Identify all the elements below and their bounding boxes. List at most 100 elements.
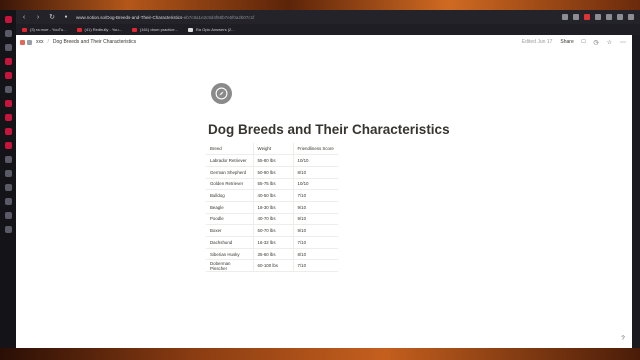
more-icon[interactable]: ⋯ <box>620 39 626 46</box>
top-ambient-glow <box>0 0 640 10</box>
sidebar-icon-app-12[interactable] <box>4 212 12 219</box>
search-icon[interactable] <box>562 14 568 20</box>
table-cell[interactable]: 18-30 lbs <box>253 201 294 214</box>
bookmark-item[interactable]: (3) ra moe - YouTu... <box>22 27 67 32</box>
column-header[interactable]: Friendliness Score <box>293 143 338 156</box>
table-cell[interactable]: 9/10 <box>293 201 338 214</box>
table-cell[interactable]: Labrador Retriever <box>206 154 254 167</box>
help-button[interactable]: ? <box>618 334 628 344</box>
lock-icon: ● <box>64 14 68 20</box>
url-field[interactable]: www.notion.so/Dog-Breeds-and-Their-Chara… <box>76 15 254 20</box>
table-row: German Shepherd 50-90 lbs 8/10 <box>206 166 338 179</box>
table-cell[interactable]: 16-32 lbs <box>253 236 294 249</box>
breed-table: Breed Weight Friendliness Score Labrador… <box>206 143 338 273</box>
table-cell[interactable]: Poodle <box>206 213 254 226</box>
url-hash: eb7c8a1e2c9d4f68b7e5f0a2b07c1f <box>183 14 255 20</box>
table-row: Dachshund 16-32 lbs 7/10 <box>206 236 338 249</box>
page-title[interactable]: Dog Breeds and Their Characteristics <box>208 122 450 137</box>
back-icon[interactable]: ‹ <box>20 14 28 21</box>
youtube-icon <box>22 27 27 32</box>
breadcrumb-page[interactable]: Dog Breeds and Their Characteristics <box>53 39 136 45</box>
table-cell[interactable]: 10/10 <box>293 178 338 191</box>
sidebar-icon-app-7[interactable] <box>4 142 12 149</box>
reload-icon[interactable]: ↻ <box>48 13 56 21</box>
profile-icon[interactable] <box>617 14 623 20</box>
extension-icon[interactable] <box>595 14 601 20</box>
table-cell[interactable]: Beagle <box>206 201 254 214</box>
table-cell[interactable]: Bulldog <box>206 189 254 202</box>
menu-icon[interactable] <box>628 14 634 20</box>
table-cell[interactable]: 9/10 <box>293 224 338 237</box>
bookmark-item[interactable]: Ra Opic Answers (2... <box>187 27 235 32</box>
browser-window: ‹ › ↻ ● www.notion.so/Dog-Breeds-and-The… <box>0 10 640 348</box>
bookmark-item[interactable]: (41) Redbully - You... <box>76 27 122 32</box>
bookmarks-bar: (3) ra moe - YouTu... (41) Redbully - Yo… <box>16 24 640 35</box>
sidebar-icon-opera[interactable] <box>4 16 12 23</box>
breadcrumb-separator: / <box>47 39 49 45</box>
notion-page: xxx / Dog Breeds and Their Characteristi… <box>16 35 632 348</box>
table-cell[interactable]: Doberman Pinscher <box>206 259 254 273</box>
sidebar-icon-app-8[interactable] <box>4 156 12 163</box>
table-cell[interactable]: 35-60 lbs <box>253 248 294 261</box>
table-header-row: Breed Weight Friendliness Score <box>206 143 338 156</box>
table-cell[interactable]: 50-70 lbs <box>253 224 294 237</box>
table-cell[interactable]: 50-90 lbs <box>253 166 294 179</box>
sidebar-icon-app-10[interactable] <box>4 184 12 191</box>
table-cell[interactable]: Dachshund <box>206 236 254 249</box>
heart-icon[interactable] <box>584 14 590 20</box>
page-small-icon <box>27 39 32 45</box>
table-cell[interactable]: 7/10 <box>293 236 338 249</box>
star-icon[interactable]: ☆ <box>607 39 612 46</box>
forward-icon[interactable]: › <box>34 14 42 21</box>
table-cell[interactable]: 10/10 <box>293 154 338 167</box>
url-host: www.notion.so <box>76 14 106 20</box>
breadcrumb-workspace[interactable]: xxx <box>36 39 44 45</box>
sidebar-icon-app-4[interactable] <box>4 100 12 107</box>
table-row: Siberian Husky 35-60 lbs 8/10 <box>206 248 338 261</box>
table-row: Labrador Retriever 55-80 lbs 10/10 <box>206 154 338 167</box>
youtube-icon <box>76 27 82 32</box>
table-cell[interactable]: Siberian Husky <box>206 248 254 261</box>
table-cell[interactable]: 60-100 lbs <box>253 259 294 273</box>
sidebar-icon-bookmarks[interactable] <box>4 44 12 51</box>
sidebar-toggle-icons[interactable] <box>20 39 32 45</box>
sidebar-icon-app-3[interactable] <box>4 86 12 93</box>
compass-icon[interactable] <box>211 83 232 104</box>
table-cell[interactable]: 7/10 <box>293 259 338 273</box>
extensions-area <box>562 14 640 20</box>
share-button[interactable]: Share <box>560 39 573 45</box>
clock-icon[interactable]: ◷ <box>593 39 598 46</box>
table-cell[interactable]: 8/10 <box>293 166 338 179</box>
table-cell[interactable]: 40-50 lbs <box>253 189 294 202</box>
sidebar-icon-app-5[interactable] <box>4 114 12 121</box>
sidebar-icon-app-9[interactable] <box>4 170 12 177</box>
sidebar-icon-app-1[interactable] <box>4 58 12 65</box>
column-header[interactable]: Breed <box>206 143 254 156</box>
table-cell[interactable]: 7/10 <box>293 189 338 202</box>
opera-sidebar <box>0 10 16 348</box>
sidebar-icon-more[interactable] <box>4 226 12 233</box>
bookmark-item[interactable]: (161) drum practice... <box>131 27 178 32</box>
sidebar-icon-home[interactable] <box>4 30 12 37</box>
table-cell[interactable]: 9/10 <box>293 213 338 226</box>
sidebar-icon-app-6[interactable] <box>4 128 12 135</box>
table-cell[interactable]: Boxer <box>206 224 254 237</box>
table-row: Poodle 40-70 lbs 9/10 <box>206 213 338 226</box>
table-cell[interactable]: 8/10 <box>293 248 338 261</box>
camera-icon[interactable] <box>573 14 579 20</box>
table-cell[interactable]: 55-80 lbs <box>253 154 294 167</box>
table-cell[interactable]: 40-70 lbs <box>253 213 294 226</box>
table-cell[interactable]: German Shepherd <box>206 166 254 179</box>
sidebar-icon-app-11[interactable] <box>4 198 12 205</box>
table-row: Doberman Pinscher 60-100 lbs 7/10 <box>206 259 338 273</box>
column-header[interactable]: Weight <box>253 143 294 156</box>
sidebar-icon-app-2[interactable] <box>4 72 12 79</box>
table-cell[interactable]: Golden Retriever <box>206 178 254 191</box>
download-icon[interactable] <box>606 14 612 20</box>
url-path: /Dog-Breeds-and-Their-Characteristics- <box>105 14 184 20</box>
table-row: Boxer 50-70 lbs 9/10 <box>206 224 338 237</box>
comment-icon[interactable]: □ <box>582 39 586 45</box>
topbar-actions: Edited Jun 17 Share □ ◷ ☆ ⋯ <box>522 39 632 46</box>
table-cell[interactable]: 55-75 lbs <box>253 178 294 191</box>
workspace-icon <box>20 39 25 45</box>
